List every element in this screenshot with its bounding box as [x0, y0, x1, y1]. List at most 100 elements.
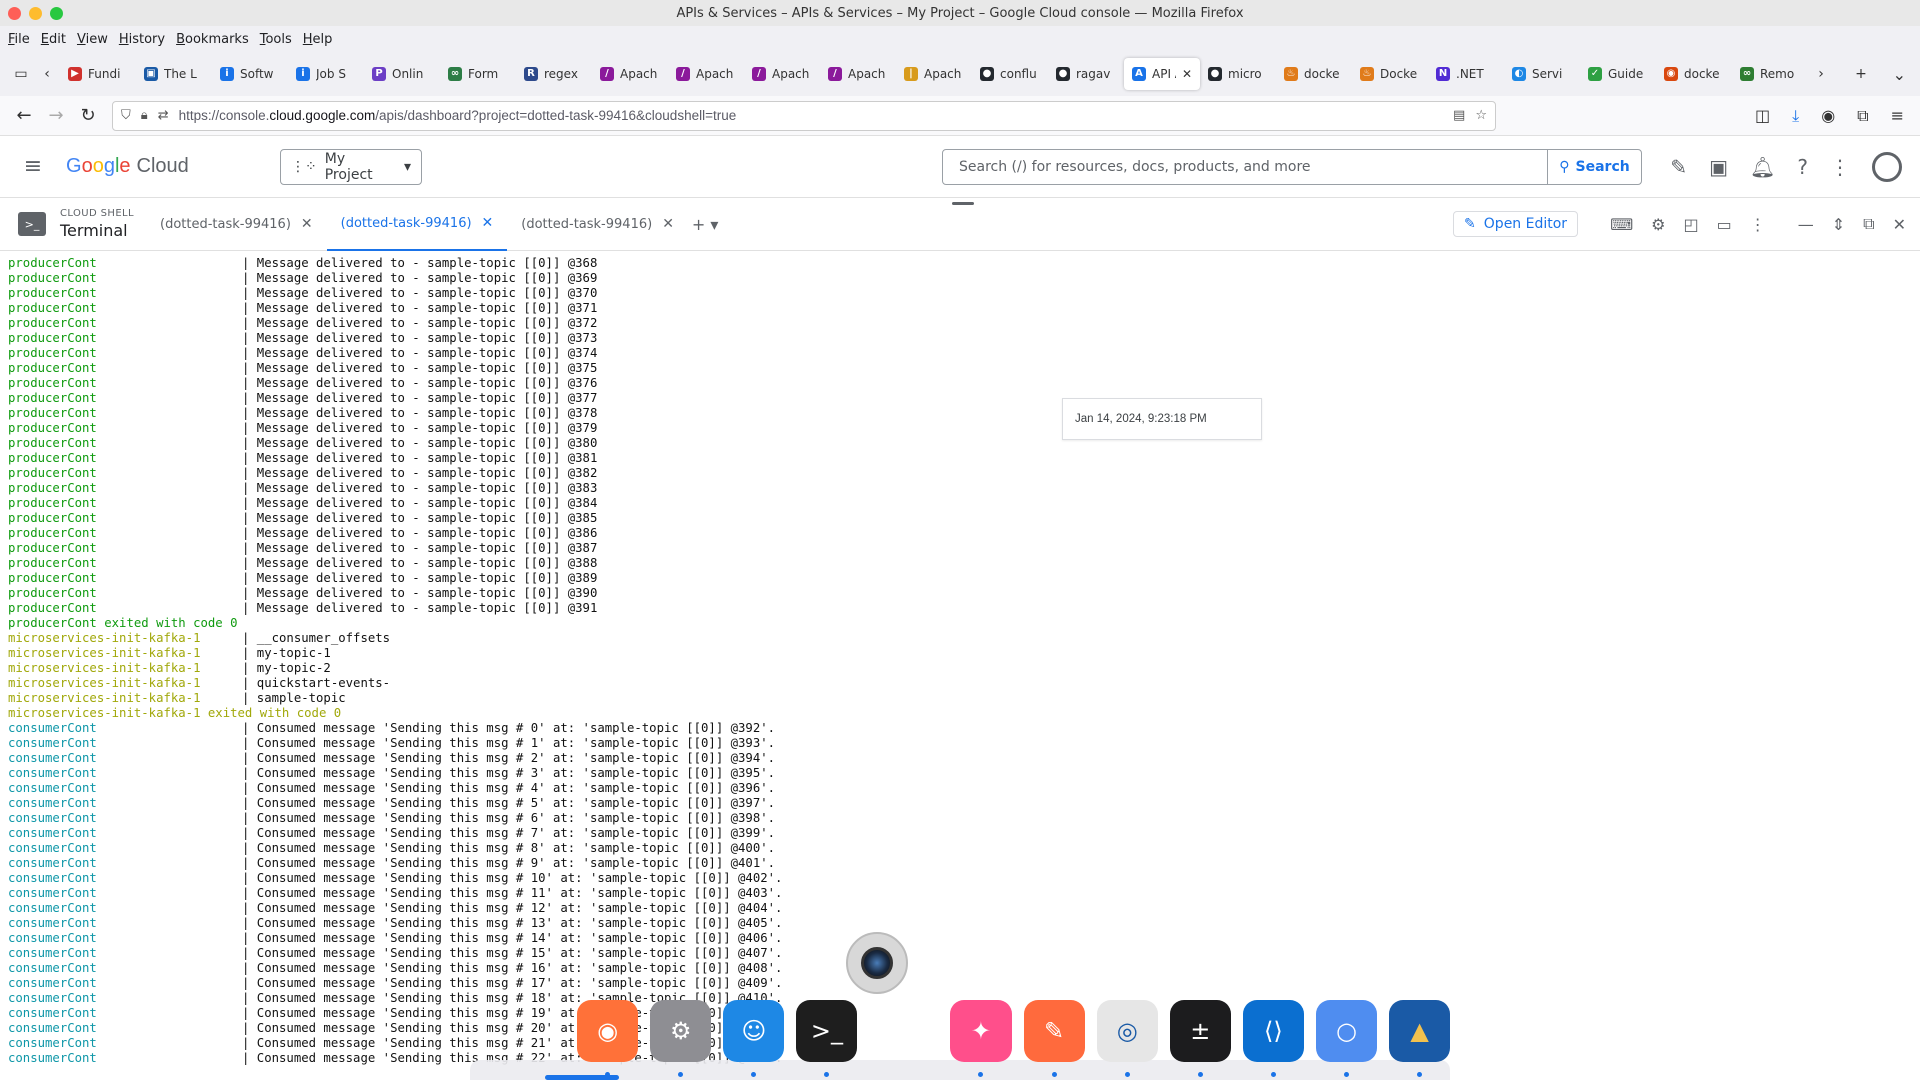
scroll-tabs-right-icon[interactable]: ›	[1808, 61, 1834, 87]
safari-icon[interactable]: ✦	[950, 1000, 1012, 1077]
menu-help[interactable]: Help	[301, 32, 342, 47]
tab-overview-icon[interactable]: ▭	[8, 61, 34, 87]
google-cloud-logo[interactable]: Google Cloud	[66, 155, 216, 178]
help-icon[interactable]: ?	[1797, 155, 1808, 179]
finder-icon[interactable]: ☺	[723, 1000, 785, 1077]
browser-tab[interactable]: ✓ Guide	[1580, 58, 1656, 90]
reload-icon[interactable]: ↻	[72, 105, 104, 126]
browser-tab[interactable]: ● conflu	[972, 58, 1048, 90]
url-text[interactable]: https://console.cloud.google.com/apis/da…	[179, 108, 1443, 123]
browser-tab[interactable]: ∞ Remo	[1732, 58, 1808, 90]
chrome-icon[interactable]: ○	[1315, 1000, 1377, 1077]
browser-tab[interactable]: / Apach	[744, 58, 820, 90]
vscode-icon[interactable]: ⟨⟩	[1242, 1000, 1304, 1077]
calculator-icon[interactable]: ±	[1169, 1000, 1231, 1077]
browser-tab[interactable]: ◐ Servi	[1504, 58, 1580, 90]
close-tab-icon[interactable]: ✕	[1182, 67, 1192, 81]
preview-icon[interactable]: ◎	[1096, 1000, 1158, 1077]
favicon-icon: ●	[980, 67, 994, 81]
menu-tools[interactable]: Tools	[258, 32, 301, 47]
browser-tab[interactable]: ∞ Form	[440, 58, 516, 90]
browser-tab[interactable]: ♨ Docke	[1352, 58, 1428, 90]
settings-gear-icon[interactable]: ⚙	[1651, 215, 1665, 234]
menu-file[interactable]: File	[6, 32, 39, 47]
close-window-button[interactable]	[8, 6, 21, 20]
browser-tab[interactable]: ● ragav	[1048, 58, 1124, 90]
downloads-icon[interactable]: ⤓	[1792, 106, 1799, 126]
shield-icon[interactable]: ⛉	[121, 108, 131, 123]
menu-history[interactable]: History	[117, 32, 174, 47]
account-icon[interactable]: ◉	[1821, 106, 1835, 126]
keyboard-icon[interactable]: ⌨	[1610, 215, 1633, 234]
shell-tab-2[interactable]: (dotted-task-99416) ✕	[326, 198, 508, 251]
close-icon[interactable]: ✕	[482, 215, 494, 231]
close-shell-icon[interactable]: ✕	[1893, 215, 1906, 234]
layout-icon[interactable]: ▭	[1717, 215, 1732, 234]
firefox-icon[interactable]: ◉	[577, 1000, 639, 1077]
browser-tab[interactable]: ♨ docke	[1276, 58, 1352, 90]
more-vert-icon[interactable]: ⋮	[1830, 155, 1850, 179]
apple-icon[interactable]	[504, 1000, 565, 1062]
bookmark-star-icon[interactable]: ☆	[1475, 108, 1487, 123]
minimize-icon[interactable]: —	[1798, 215, 1814, 234]
browser-tab[interactable]: ▶ Fundi	[60, 58, 136, 90]
pencil-app-icon[interactable]: ✎	[1023, 1000, 1085, 1077]
browser-tab[interactable]: / Apach	[592, 58, 668, 90]
permissions-icon[interactable]: ⇄	[158, 108, 169, 123]
browser-tab[interactable]: N .NET	[1428, 58, 1504, 90]
close-icon[interactable]: ✕	[301, 216, 313, 232]
pocket-icon[interactable]: ◫	[1755, 106, 1770, 126]
close-icon[interactable]: ✕	[662, 216, 674, 232]
search-button[interactable]: ⚲ Search	[1547, 149, 1641, 184]
minimize-window-button[interactable]	[29, 6, 42, 20]
browser-tab[interactable]: Rregex	[516, 58, 592, 90]
browser-tab[interactable]: i Job S	[288, 58, 364, 90]
app-menu-icon[interactable]: ≡	[1891, 106, 1904, 126]
avatar[interactable]	[1872, 151, 1902, 182]
system-settings-icon[interactable]: ⚙	[650, 1000, 712, 1077]
forward-icon[interactable]: →	[40, 105, 72, 126]
notes-icon[interactable]: ✎	[1670, 155, 1687, 179]
browser-tab[interactable]: ◉ docke	[1656, 58, 1732, 90]
lock-icon[interactable]: 🔒︎	[141, 108, 148, 123]
navigation-menu-icon[interactable]: ≡	[0, 154, 66, 179]
web-preview-icon[interactable]: ◰	[1684, 215, 1699, 234]
resize-handle[interactable]	[952, 202, 974, 205]
browser-tab[interactable]: / Apach	[820, 58, 896, 90]
service-name: consumerCont	[8, 751, 97, 765]
project-picker-button[interactable]: ⋮⁘ My Project ▾	[280, 148, 422, 185]
browser-tab[interactable]: | Apach	[896, 58, 972, 90]
menu-bookmarks[interactable]: Bookmarks	[174, 32, 258, 47]
shell-tab-1[interactable]: (dotted-task-99416) ✕	[146, 198, 327, 251]
browser-tab[interactable]: / Apach	[668, 58, 744, 90]
search-input[interactable]: Search (/) for resources, docs, products…	[943, 159, 1547, 175]
open-new-window-icon[interactable]: ⧉	[1863, 214, 1874, 234]
menu-view[interactable]: View	[75, 32, 117, 47]
cloud-shell-icon[interactable]: ▣	[1709, 155, 1728, 179]
restore-icon[interactable]: ⇕	[1832, 215, 1845, 234]
reader-view-icon[interactable]: ▤	[1453, 108, 1465, 123]
camera-widget[interactable]	[846, 932, 908, 994]
browser-tab[interactable]: i Softw	[212, 58, 288, 90]
list-all-tabs-icon[interactable]: ⌄	[1893, 65, 1906, 84]
add-tab-icon[interactable]: + ▾	[692, 215, 719, 234]
terminal-icon[interactable]: >_	[796, 1000, 858, 1077]
shell-tab-3[interactable]: (dotted-task-99416) ✕	[507, 198, 688, 251]
more-vert-icon[interactable]: ⋮	[1750, 215, 1766, 234]
menu-edit[interactable]: Edit	[39, 32, 75, 47]
maximize-window-button[interactable]	[50, 6, 63, 20]
open-editor-button[interactable]: ✎ Open Editor	[1453, 211, 1579, 237]
back-icon[interactable]: ←	[8, 105, 40, 126]
browser-tab[interactable]: A API AP ✕	[1124, 58, 1200, 90]
extensions-icon[interactable]: ⧉	[1857, 106, 1868, 126]
address-bar[interactable]: ⛉ 🔒︎ ⇄ https://console.cloud.google.com/…	[112, 100, 1496, 131]
browser-tab[interactable]: ● micro	[1200, 58, 1276, 90]
search-bar[interactable]: Search (/) for resources, docs, products…	[942, 148, 1642, 185]
linux-app-icon[interactable]: ▲	[1389, 1000, 1451, 1077]
browser-tab[interactable]: P Onlin	[364, 58, 440, 90]
notifications-bell-icon[interactable]: 🔔︎	[1750, 155, 1775, 179]
new-tab-icon[interactable]: +	[1848, 61, 1874, 87]
scroll-tabs-left-icon[interactable]: ‹	[34, 61, 60, 87]
browser-tab[interactable]: ▣ The L	[136, 58, 212, 90]
terminal-output[interactable]: producerCont | Message delivered to - sam…	[0, 251, 1920, 1080]
